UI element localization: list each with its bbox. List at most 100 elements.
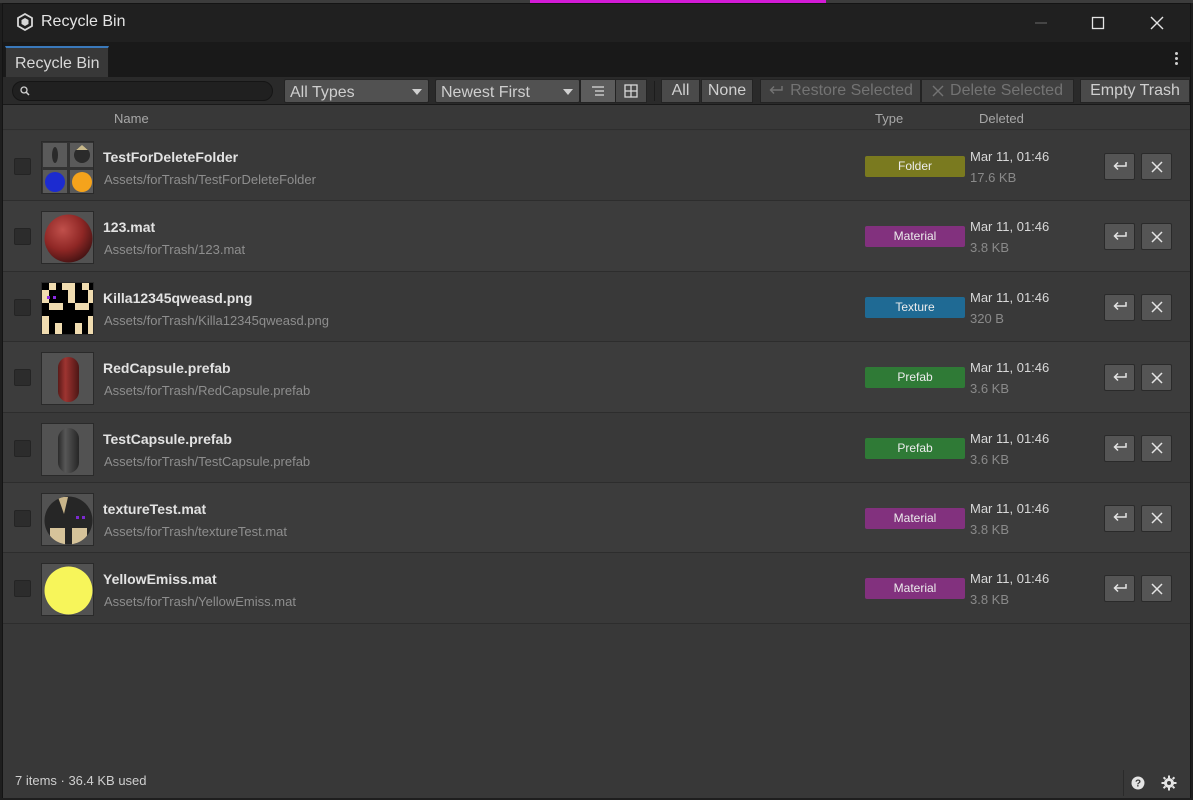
search-icon: [20, 86, 30, 96]
search-field[interactable]: [12, 81, 273, 101]
restore-selected-button[interactable]: Restore Selected: [760, 79, 921, 103]
folder-preview-icon: [43, 143, 93, 193]
select-all-button[interactable]: All: [661, 79, 700, 103]
maximize-button[interactable]: [1076, 4, 1120, 42]
column-type[interactable]: Type: [875, 111, 903, 126]
type-badge: Texture: [865, 296, 965, 318]
item-size: 3.6 KB: [970, 451, 1010, 467]
toolbar: All Types Newest First All None Restore …: [3, 77, 1190, 105]
type-badge: Material: [865, 507, 965, 529]
list-item[interactable]: textureTest.mat Assets/forTrash/textureT…: [3, 482, 1190, 554]
item-deleted-date: Mar 11, 01:46: [970, 219, 1050, 235]
grid-view-button[interactable]: [615, 79, 647, 103]
item-name: RedCapsule.prefab: [103, 360, 231, 377]
restore-item-button[interactable]: [1104, 504, 1135, 532]
row-checkbox[interactable]: [14, 439, 31, 457]
delete-item-button[interactable]: [1141, 153, 1172, 180]
restore-item-button[interactable]: [1104, 575, 1135, 603]
restore-item-button[interactable]: [1104, 434, 1135, 462]
texture-thumbnail: [41, 281, 94, 335]
column-header: Name Type Deleted: [3, 106, 1190, 130]
svg-text:?: ?: [1134, 779, 1140, 790]
item-path: Assets/forTrash/Killa12345qweasd.png: [104, 312, 329, 328]
sort-order-dropdown[interactable]: Newest First: [435, 79, 580, 103]
list-item[interactable]: TestCapsule.prefab Assets/forTrash/TestC…: [3, 412, 1190, 483]
column-deleted[interactable]: Deleted: [979, 111, 1024, 126]
more-options-icon[interactable]: [1174, 52, 1178, 68]
close-icon: [1150, 372, 1163, 384]
close-window-button[interactable]: [1135, 4, 1179, 42]
delete-item-button[interactable]: [1141, 575, 1172, 603]
delete-selected-button[interactable]: Delete Selected: [921, 79, 1074, 103]
list-item[interactable]: Killa12345qweasd.png Assets/forTrash/Kil…: [3, 271, 1190, 343]
select-none-button[interactable]: None: [701, 79, 753, 103]
type-badge: Material: [865, 578, 965, 600]
item-size: 17.6 KB: [970, 170, 1017, 185]
restore-item-button[interactable]: [1104, 293, 1135, 321]
delete-item-button[interactable]: [1141, 223, 1172, 251]
item-path: Assets/forTrash/123.mat: [104, 242, 246, 258]
item-path: Assets/forTrash/TestForDeleteFolder: [104, 172, 316, 187]
gear-icon: [1161, 775, 1177, 791]
type-badge: Material: [865, 226, 965, 248]
maximize-icon: [1091, 16, 1105, 30]
row-checkbox[interactable]: [14, 298, 31, 316]
material-thumbnail: [41, 563, 94, 617]
restore-arrow-icon: [1112, 231, 1127, 240]
row-checkbox[interactable]: [14, 509, 31, 527]
toolbar-divider: [654, 81, 655, 101]
list-item[interactable]: 123.mat Assets/forTrash/123.mat Material…: [3, 201, 1190, 272]
title-bar[interactable]: Recycle Bin: [3, 4, 1190, 42]
delete-item-button[interactable]: [1141, 364, 1172, 392]
close-icon: [1150, 301, 1163, 313]
item-deleted-date: Mar 11, 01:46: [970, 360, 1050, 376]
chevron-down-icon: [412, 89, 422, 95]
gray-capsule-icon: [58, 427, 79, 473]
item-deleted-date: Mar 11, 01:46: [970, 289, 1050, 305]
status-summary: 7 items · 36.4 KB used: [15, 773, 147, 788]
item-size: 320 B: [970, 310, 1004, 326]
row-checkbox[interactable]: [14, 580, 31, 598]
tab-label: Recycle Bin: [15, 55, 100, 72]
delete-item-button[interactable]: [1141, 434, 1172, 462]
list-item[interactable]: YellowEmiss.mat Assets/forTrash/YellowEm…: [3, 553, 1190, 624]
pixel-face-texture-icon: [42, 282, 93, 334]
help-button[interactable]: ?: [1123, 770, 1151, 796]
settings-button[interactable]: [1155, 770, 1183, 796]
item-deleted-date: Mar 11, 01:46: [970, 500, 1050, 516]
sort-order-value: Newest First: [441, 84, 530, 101]
close-icon: [1150, 512, 1163, 524]
item-name: Killa12345qweasd.png: [103, 289, 253, 306]
delete-item-button[interactable]: [1141, 504, 1172, 532]
recycle-bin-window: Recycle Bin Recycle Bin All Types Newest…: [2, 3, 1191, 798]
type-filter-dropdown[interactable]: All Types: [284, 79, 429, 103]
row-checkbox[interactable]: [14, 158, 31, 175]
restore-item-button[interactable]: [1104, 153, 1135, 180]
row-checkbox[interactable]: [14, 369, 31, 387]
item-path: Assets/forTrash/TestCapsule.prefab: [104, 453, 311, 469]
minimize-button[interactable]: [1019, 4, 1063, 42]
material-thumbnail: [41, 211, 94, 265]
search-input[interactable]: [35, 83, 265, 99]
yellow-sphere-icon: [44, 566, 93, 615]
close-icon: [1150, 583, 1163, 595]
restore-item-button[interactable]: [1104, 223, 1135, 251]
column-name[interactable]: Name: [114, 111, 149, 126]
type-badge: Folder: [865, 156, 965, 177]
tab-recycle-bin[interactable]: Recycle Bin: [5, 46, 109, 77]
material-thumbnail: [41, 492, 94, 546]
item-size: 3.8 KB: [970, 592, 1010, 608]
red-sphere-icon: [44, 214, 93, 263]
row-checkbox[interactable]: [14, 228, 31, 246]
list-view-button[interactable]: [580, 79, 616, 103]
list-item[interactable]: TestForDeleteFolder Assets/forTrash/Test…: [3, 131, 1190, 202]
list-item[interactable]: RedCapsule.prefab Assets/forTrash/RedCap…: [3, 342, 1190, 413]
item-name: TestForDeleteFolder: [103, 149, 239, 165]
empty-trash-button[interactable]: Empty Trash: [1080, 79, 1190, 103]
restore-arrow-icon: [1112, 302, 1127, 311]
item-deleted-date: Mar 11, 01:46: [970, 149, 1050, 164]
delete-item-button[interactable]: [1141, 293, 1172, 321]
close-icon: [1150, 16, 1164, 30]
restore-item-button[interactable]: [1104, 364, 1135, 392]
restore-arrow-icon: [1112, 372, 1127, 381]
